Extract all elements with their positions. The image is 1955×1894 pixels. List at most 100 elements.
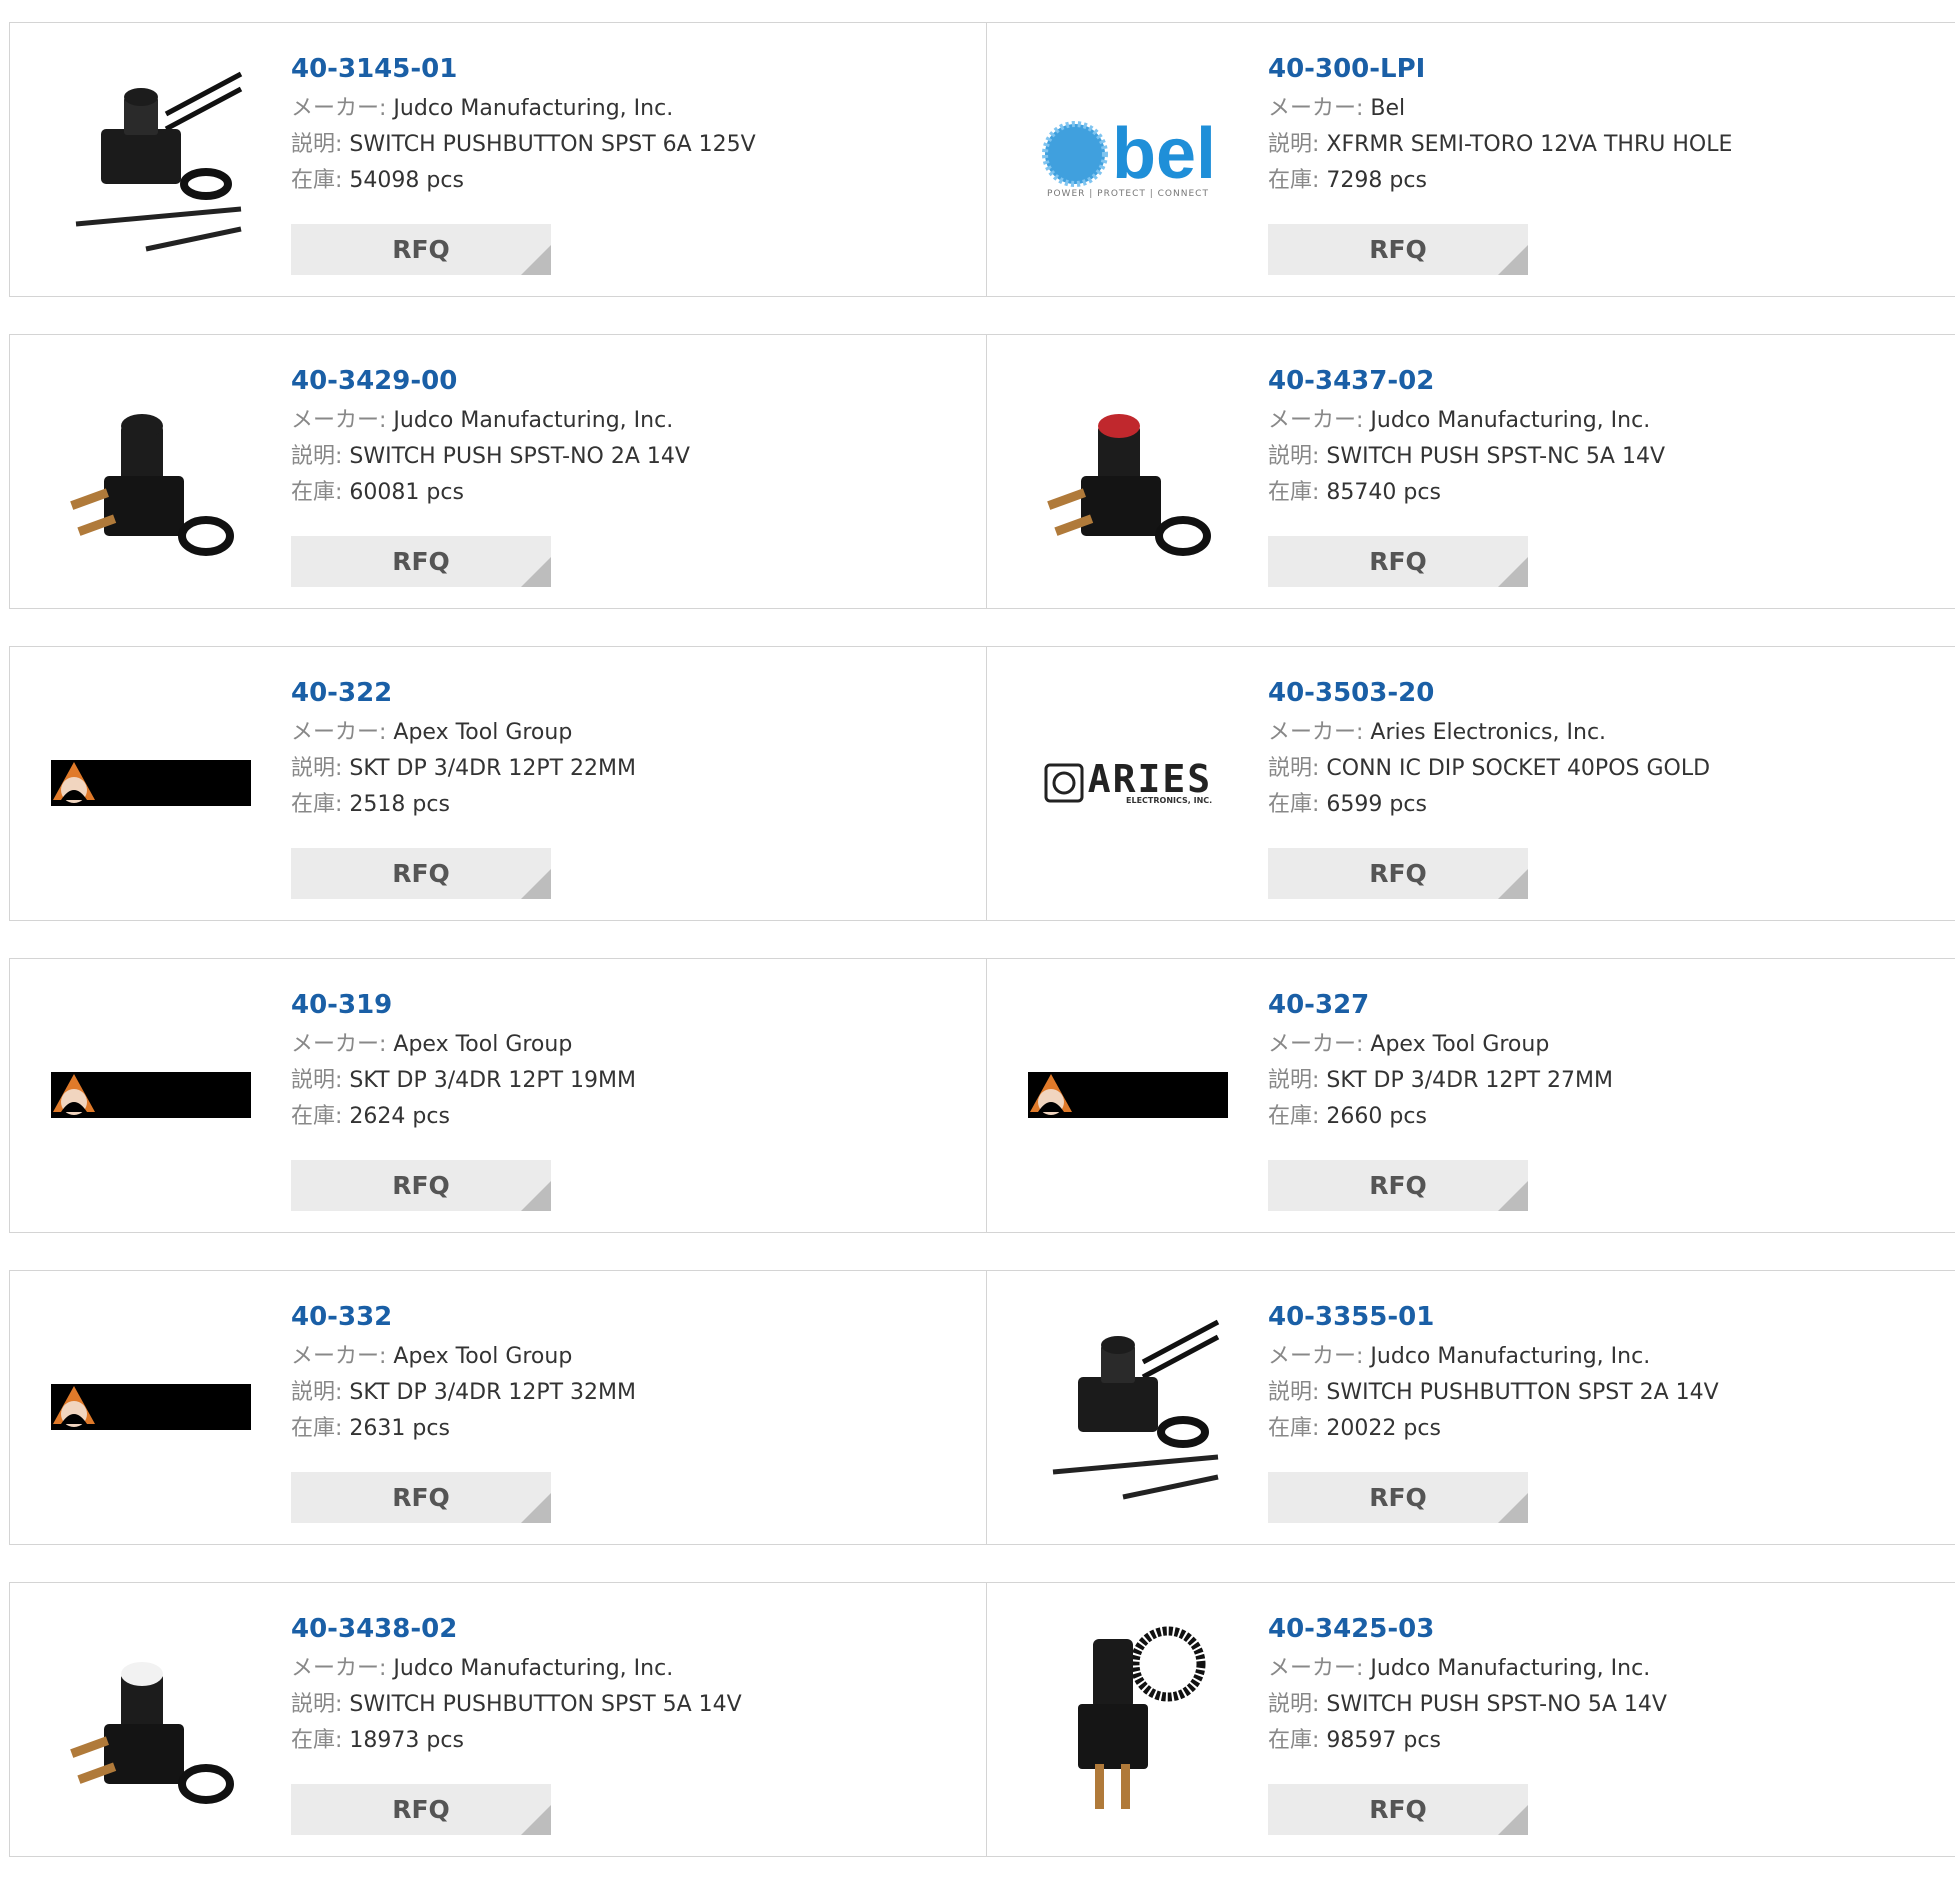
- maker-line: メーカー: Judco Manufacturing, Inc.: [1268, 1651, 1947, 1687]
- description-line: 説明: SWITCH PUSH SPST-NO 5A 14V: [1268, 1687, 1947, 1723]
- rfq-button[interactable]: RFQ: [1268, 536, 1528, 587]
- bel-logo[interactable]: bel POWER | PROTECT | CONNECT: [1027, 53, 1229, 265]
- description-label: 説明:: [291, 756, 343, 781]
- apex-logo[interactable]: [50, 677, 252, 889]
- product-card: 40-3429-00 メーカー: Judco Manufacturing, Inc…: [9, 334, 988, 609]
- part-number-link[interactable]: 40-332: [291, 1299, 967, 1339]
- description-label: 説明:: [1268, 1692, 1320, 1717]
- description-label: 説明:: [1268, 756, 1320, 781]
- stock-label: 在庫:: [1268, 1104, 1320, 1129]
- part-number-link[interactable]: 40-319: [291, 987, 967, 1027]
- stock-label: 在庫:: [1268, 792, 1320, 817]
- description-line: 説明: SWITCH PUSHBUTTON SPST 6A 125V: [291, 127, 967, 163]
- pushbutton-switch-wired-image[interactable]: [50, 53, 252, 265]
- rfq-label: RFQ: [1369, 235, 1427, 264]
- maker-line: メーカー: Bel: [1268, 91, 1947, 127]
- description-value: SWITCH PUSHBUTTON SPST 6A 125V: [349, 132, 756, 157]
- pushbutton-switch-wired-image[interactable]: [1027, 1301, 1229, 1513]
- rfq-button[interactable]: RFQ: [291, 1472, 551, 1523]
- rfq-button[interactable]: RFQ: [291, 536, 551, 587]
- description-value: SKT DP 3/4DR 12PT 32MM: [349, 1380, 637, 1405]
- maker-label: メーカー:: [1268, 1032, 1364, 1057]
- maker-label: メーカー:: [291, 408, 387, 433]
- maker-line: メーカー: Judco Manufacturing, Inc.: [1268, 1339, 1947, 1375]
- part-number-link[interactable]: 40-3429-00: [291, 363, 967, 403]
- pushbutton-switch-white-image[interactable]: [50, 1613, 252, 1825]
- pushbutton-switch-red-image[interactable]: [1027, 365, 1229, 577]
- stock-label: 在庫:: [291, 480, 343, 505]
- corner-triangle-icon: [1498, 869, 1528, 899]
- part-number-link[interactable]: 40-3145-01: [291, 51, 967, 91]
- description-line: 説明: SWITCH PUSH SPST-NO 2A 14V: [291, 439, 967, 475]
- part-number-link[interactable]: 40-322: [291, 675, 967, 715]
- rfq-button[interactable]: RFQ: [291, 1784, 551, 1835]
- rfq-button[interactable]: RFQ: [1268, 848, 1528, 899]
- stock-value: 20022 pcs: [1326, 1416, 1441, 1441]
- description-value: SKT DP 3/4DR 12PT 19MM: [349, 1068, 637, 1093]
- description-label: 説明:: [291, 1068, 343, 1093]
- maker-line: メーカー: Apex Tool Group: [1268, 1027, 1947, 1063]
- product-card: 40-3355-01 メーカー: Judco Manufacturing, Inc…: [986, 1270, 1955, 1545]
- stock-label: 在庫:: [291, 1104, 343, 1129]
- aries-logo-tagline: ELECTRONICS, INC.: [1126, 795, 1213, 805]
- maker-line: メーカー: Apex Tool Group: [291, 715, 967, 751]
- part-number-link[interactable]: 40-300-LPI: [1268, 51, 1947, 91]
- stock-line: 在庫: 6599 pcs: [1268, 787, 1947, 823]
- maker-value: Judco Manufacturing, Inc.: [1370, 1656, 1651, 1681]
- description-value: SKT DP 3/4DR 12PT 22MM: [349, 756, 637, 781]
- rfq-button[interactable]: RFQ: [1268, 1472, 1528, 1523]
- pushbutton-switch-image[interactable]: [50, 365, 252, 577]
- rfq-button[interactable]: RFQ: [1268, 1160, 1528, 1211]
- rfq-label: RFQ: [1369, 859, 1427, 888]
- product-info: 40-322 メーカー: Apex Tool Group 説明: SKT DP 3/…: [291, 675, 967, 823]
- product-info: 40-319 メーカー: Apex Tool Group 説明: SKT DP 3/…: [291, 987, 967, 1135]
- product-info: 40-3145-01 メーカー: Judco Manufacturing, Inc…: [291, 51, 967, 199]
- stock-line: 在庫: 2624 pcs: [291, 1099, 967, 1135]
- apex-logo[interactable]: [1027, 989, 1229, 1201]
- apex-logo-bar: [51, 760, 251, 806]
- stock-label: 在庫:: [1268, 1416, 1320, 1441]
- stock-label: 在庫:: [291, 792, 343, 817]
- part-number-link[interactable]: 40-3437-02: [1268, 363, 1947, 403]
- maker-value: Judco Manufacturing, Inc.: [1370, 408, 1651, 433]
- apex-logo[interactable]: [50, 989, 252, 1201]
- part-number-link[interactable]: 40-3355-01: [1268, 1299, 1947, 1339]
- corner-triangle-icon: [1498, 1805, 1528, 1835]
- maker-value: Apex Tool Group: [393, 720, 573, 745]
- description-line: 説明: CONN IC DIP SOCKET 40POS GOLD: [1268, 751, 1947, 787]
- stock-label: 在庫:: [1268, 480, 1320, 505]
- rfq-button[interactable]: RFQ: [291, 1160, 551, 1211]
- description-value: XFRMR SEMI-TORO 12VA THRU HOLE: [1326, 132, 1733, 157]
- product-card: 40-322 メーカー: Apex Tool Group 説明: SKT DP 3/…: [9, 646, 988, 921]
- aries-logo-text: ARIES: [1087, 756, 1213, 801]
- description-line: 説明: SKT DP 3/4DR 12PT 22MM: [291, 751, 967, 787]
- part-number-link[interactable]: 40-3438-02: [291, 1611, 967, 1651]
- maker-line: メーカー: Judco Manufacturing, Inc.: [1268, 403, 1947, 439]
- apex-logo-bar: [51, 1072, 251, 1118]
- description-value: SWITCH PUSHBUTTON SPST 5A 14V: [349, 1692, 742, 1717]
- corner-triangle-icon: [521, 557, 551, 587]
- corner-triangle-icon: [1498, 245, 1528, 275]
- rfq-button[interactable]: RFQ: [291, 224, 551, 275]
- maker-label: メーカー:: [291, 1656, 387, 1681]
- apex-logo[interactable]: [50, 1301, 252, 1513]
- pushbutton-switch-tall-image[interactable]: [1027, 1613, 1229, 1825]
- rfq-button[interactable]: RFQ: [291, 848, 551, 899]
- aries-logo[interactable]: ARIES ELECTRONICS, INC.: [1027, 677, 1229, 889]
- stock-value: 98597 pcs: [1326, 1728, 1441, 1753]
- product-row: 40-332 メーカー: Apex Tool Group 説明: SKT DP 3/…: [9, 1270, 1955, 1545]
- product-grid: 40-3145-01 メーカー: Judco Manufacturing, Inc…: [9, 22, 1955, 1894]
- product-card: 40-332 メーカー: Apex Tool Group 説明: SKT DP 3/…: [9, 1270, 988, 1545]
- part-number-link[interactable]: 40-327: [1268, 987, 1947, 1027]
- maker-value: Apex Tool Group: [1370, 1032, 1550, 1057]
- part-number-link[interactable]: 40-3503-20: [1268, 675, 1947, 715]
- part-number-link[interactable]: 40-3425-03: [1268, 1611, 1947, 1651]
- description-label: 説明:: [291, 1692, 343, 1717]
- rfq-button[interactable]: RFQ: [1268, 1784, 1528, 1835]
- stock-label: 在庫:: [1268, 1728, 1320, 1753]
- stock-value: 54098 pcs: [349, 168, 464, 193]
- product-row: 40-3438-02 メーカー: Judco Manufacturing, Inc…: [9, 1582, 1955, 1857]
- product-info: 40-3355-01 メーカー: Judco Manufacturing, Inc…: [1268, 1299, 1947, 1447]
- rfq-button[interactable]: RFQ: [1268, 224, 1528, 275]
- description-value: SWITCH PUSHBUTTON SPST 2A 14V: [1326, 1380, 1719, 1405]
